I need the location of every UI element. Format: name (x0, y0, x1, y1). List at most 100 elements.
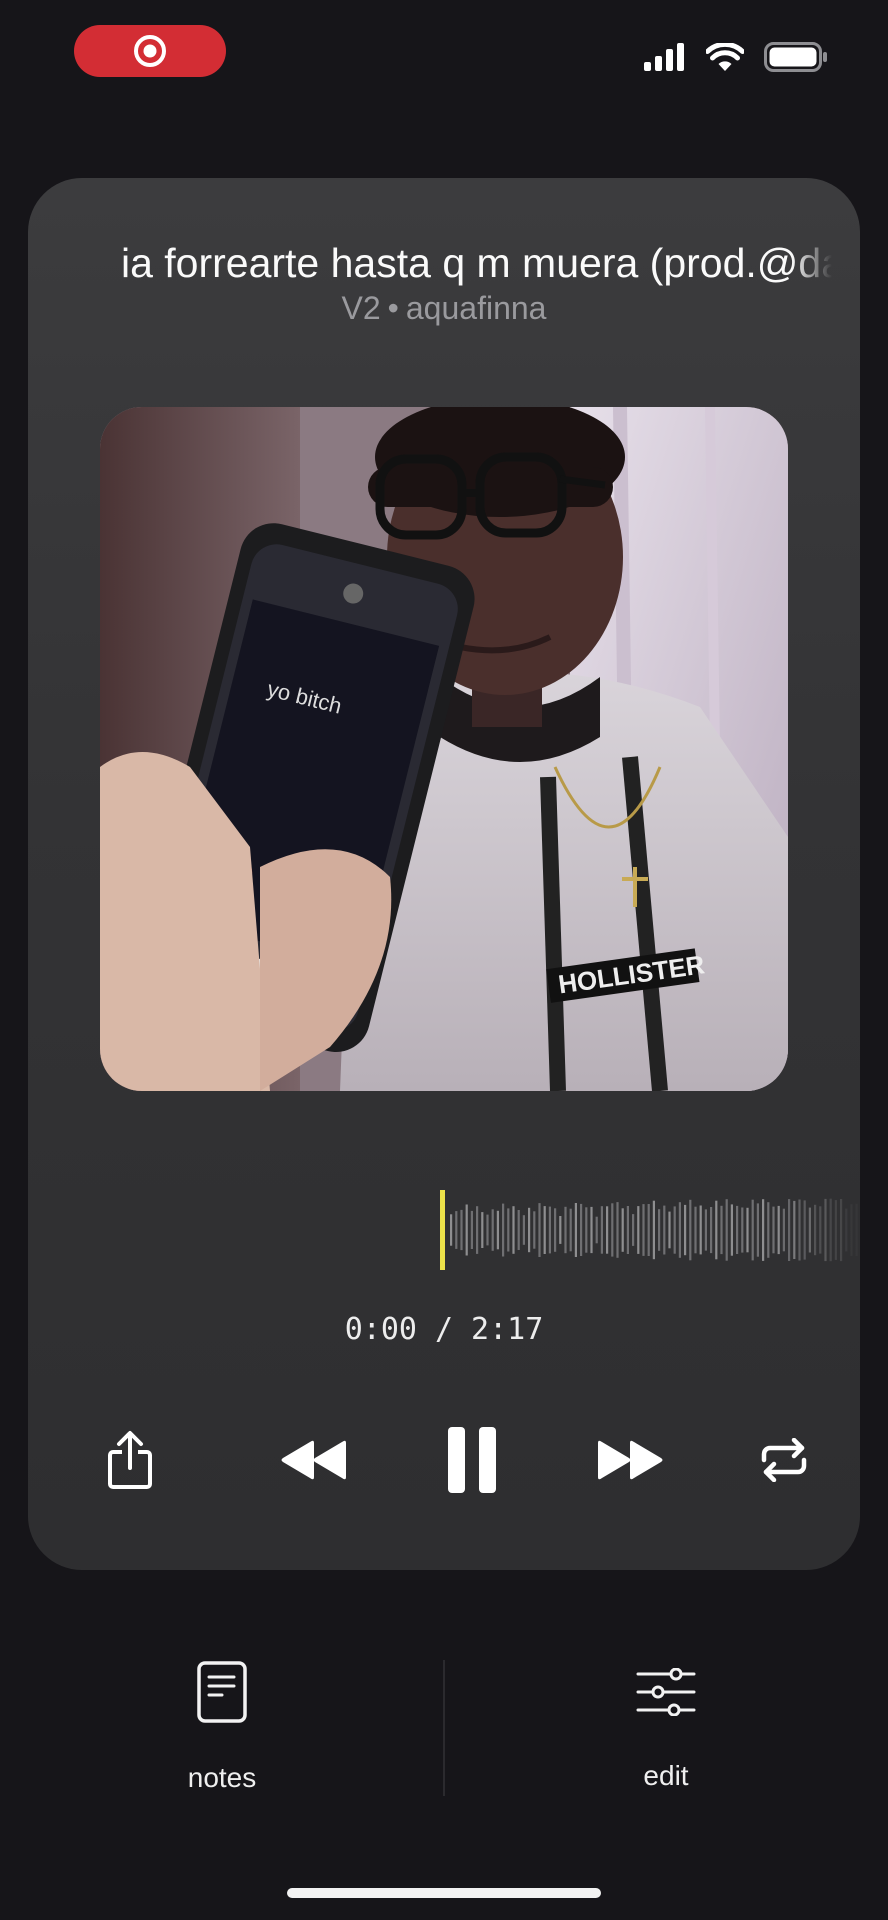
repeat-button[interactable] (734, 1410, 834, 1510)
waveform-bar (668, 1211, 671, 1249)
waveform-bar (652, 1200, 655, 1260)
waveform-bar (673, 1206, 676, 1254)
waveform-bar (746, 1207, 749, 1253)
waveform-bar (522, 1215, 525, 1245)
waveform-bar (715, 1200, 718, 1260)
track-subtitle: V2 • aquafinna (28, 290, 860, 327)
waveform-bar (626, 1206, 629, 1254)
waveform-bar (782, 1208, 785, 1252)
waveform-bar (450, 1214, 453, 1246)
wifi-icon (706, 43, 744, 71)
tab-divider (443, 1660, 445, 1796)
waveform-bar (767, 1202, 770, 1258)
rewind-icon (281, 1440, 346, 1480)
waveform-bar (595, 1216, 598, 1244)
waveform-bar (704, 1209, 707, 1251)
waveform-bar (840, 1199, 843, 1262)
waveform-bar (465, 1204, 468, 1256)
waveform-bar (803, 1200, 806, 1260)
repeat-icon (761, 1438, 807, 1482)
waveform-bar (751, 1199, 754, 1261)
waveform-bar (502, 1203, 505, 1257)
waveform-bar (538, 1203, 541, 1257)
waveform-bar (850, 1204, 853, 1256)
waveform-bar (689, 1199, 692, 1261)
waveform-bar (564, 1206, 567, 1254)
track-artist[interactable]: aquafinna (406, 290, 547, 326)
waveform-bar (663, 1205, 666, 1255)
waveform-bar (611, 1203, 614, 1257)
waveform-bar (829, 1198, 832, 1262)
waveform-bar (772, 1206, 775, 1254)
waveform-bar (548, 1206, 551, 1254)
waveform-bar (699, 1205, 702, 1255)
audio-waveform[interactable] (438, 1186, 860, 1274)
home-indicator[interactable] (287, 1888, 601, 1898)
battery-icon (764, 42, 827, 72)
fast-forward-button[interactable] (580, 1410, 680, 1510)
rewind-button[interactable] (264, 1410, 364, 1510)
waveform-bar (720, 1205, 723, 1255)
cellular-signal-icon (644, 43, 684, 71)
waveform-bar (616, 1202, 619, 1258)
waveform-bar (574, 1203, 577, 1257)
pause-button[interactable] (422, 1410, 522, 1510)
bottom-tab-bar: notes edit (0, 1640, 888, 1820)
current-time: 0:00 (344, 1312, 417, 1347)
waveform-bar (777, 1205, 780, 1255)
waveform-bar (824, 1198, 827, 1262)
waveform-bar (845, 1208, 848, 1252)
waveform-bar (678, 1202, 681, 1258)
notes-icon (197, 1661, 247, 1723)
waveform-bar (600, 1206, 603, 1254)
waveform-bar (710, 1207, 713, 1254)
edit-label: edit (643, 1760, 689, 1791)
waveform-bar (470, 1210, 473, 1249)
subtitle-separator: • (387, 290, 399, 326)
waveform-bar (788, 1199, 791, 1261)
track-title: ia forrearte hasta q m muera (prod.@da (120, 240, 832, 286)
waveform-bar (585, 1207, 588, 1253)
waveform-bar (580, 1203, 583, 1256)
track-version: V2 (341, 290, 381, 326)
waveform-bar (736, 1205, 739, 1254)
waveform-bar (569, 1208, 572, 1252)
waveform-bar (632, 1214, 635, 1246)
fast-forward-icon (598, 1440, 663, 1480)
waveform-bar (590, 1206, 593, 1254)
waveform-bar (793, 1200, 796, 1259)
waveform-bar (725, 1199, 728, 1261)
waveform-bar (554, 1208, 557, 1252)
playback-time: 0:00 / 2:17 (28, 1312, 860, 1347)
waveform-bar (512, 1206, 515, 1254)
waveform-bar (491, 1209, 494, 1251)
waveform-bar (756, 1203, 759, 1257)
waveform-bar (486, 1214, 489, 1246)
waveform-bar (730, 1204, 733, 1256)
status-bar (0, 0, 888, 110)
share-icon (108, 1431, 152, 1489)
waveform-bar (517, 1210, 520, 1250)
waveform-bar (814, 1204, 817, 1256)
notes-tab[interactable]: notes (122, 1660, 322, 1794)
waveform-bar (741, 1207, 744, 1253)
track-title-marquee: ia forrearte hasta q m muera (prod.@da (56, 236, 832, 290)
sliders-icon (636, 1668, 696, 1716)
screen-record-icon (134, 35, 166, 67)
waveform-bar (455, 1211, 458, 1249)
waveform-bar (819, 1206, 822, 1254)
waveform-bar (834, 1200, 837, 1260)
album-artwork-photo: HOLLISTER yo bitch (100, 407, 788, 1091)
playhead[interactable] (440, 1190, 445, 1270)
waveform-bar (808, 1207, 811, 1253)
duration: 2:17 (471, 1312, 544, 1347)
waveform-bar (606, 1206, 609, 1254)
share-button[interactable] (80, 1410, 180, 1510)
waveform-bar (694, 1206, 697, 1254)
screen-recording-indicator[interactable] (74, 25, 226, 77)
player-card: ia forrearte hasta q m muera (prod.@da V… (28, 178, 860, 1570)
notes-label: notes (187, 1762, 257, 1793)
waveform-bar (543, 1206, 546, 1254)
waveform-bar (476, 1206, 479, 1254)
edit-tab[interactable]: edit (566, 1668, 766, 1792)
